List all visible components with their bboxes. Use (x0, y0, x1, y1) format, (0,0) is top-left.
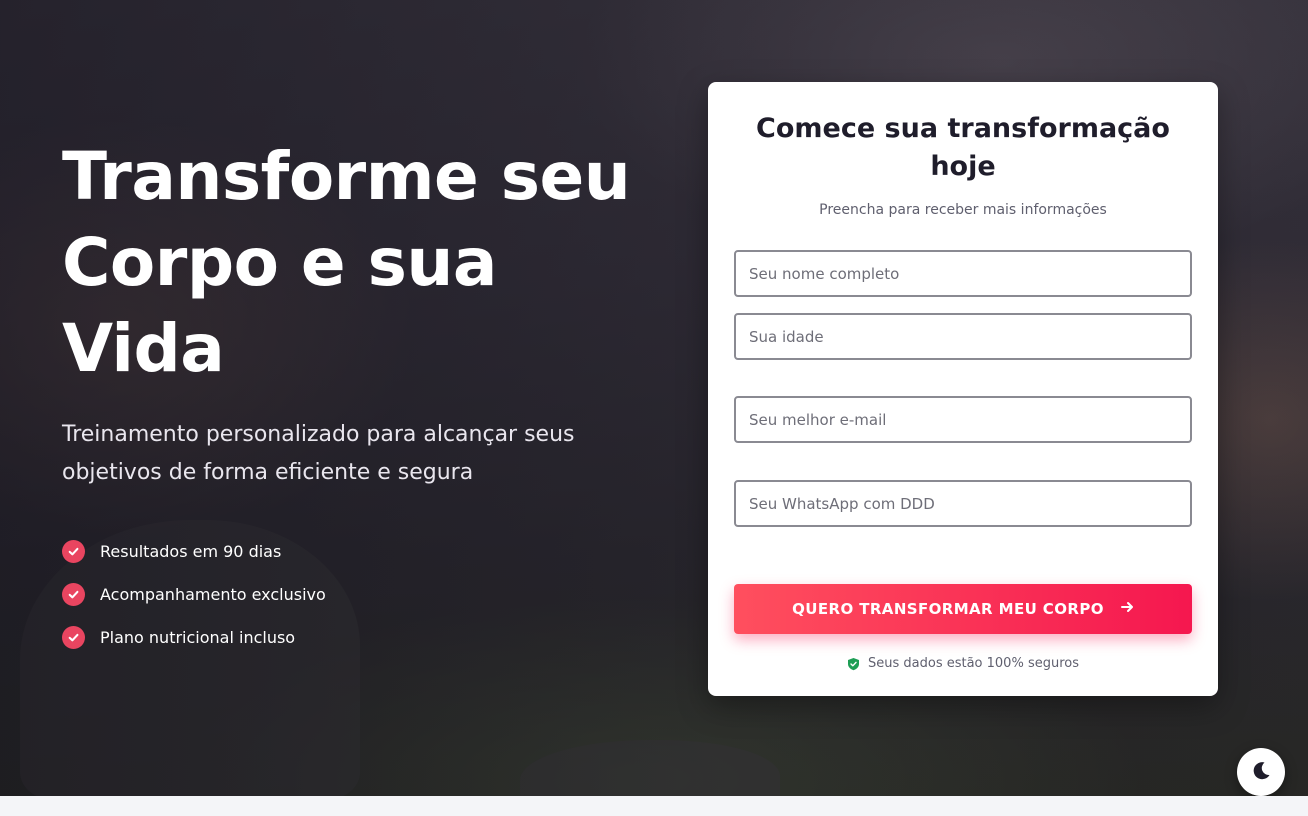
lead-form: Comece sua transformação hoje Preencha p… (708, 82, 1218, 696)
feature-item: Acompanhamento exclusivo (62, 573, 662, 616)
feature-item: Plano nutricional incluso (62, 616, 662, 659)
form-title: Comece sua transformação hoje (756, 113, 1170, 182)
form-subtitle: Preencha para receber mais informações (819, 202, 1107, 218)
hero-subtitle: Treinamento personalizado para alcançar … (62, 422, 575, 485)
age-input[interactable] (734, 313, 1192, 360)
hero-title: Transforme seu Corpo e sua Vida (62, 138, 631, 387)
hero-section: Transforme seu Corpo e sua Vida Treiname… (0, 0, 1308, 796)
moon-icon (1250, 760, 1272, 785)
feature-list: Resultados em 90 dias Acompanhamento exc… (62, 530, 662, 659)
arrow-right-icon (1120, 599, 1134, 619)
secure-text: Seus dados estão 100% seguros (868, 656, 1079, 671)
check-circle-icon (62, 540, 85, 563)
feature-item: Resultados em 90 dias (62, 530, 662, 573)
feature-label: Resultados em 90 dias (100, 542, 282, 561)
check-circle-icon (62, 583, 85, 606)
email-input[interactable] (734, 396, 1192, 443)
name-input[interactable] (734, 250, 1192, 297)
secure-note: Seus dados estão 100% seguros (708, 656, 1218, 671)
hero-content: Transforme seu Corpo e sua Vida Treiname… (62, 134, 662, 659)
feature-label: Acompanhamento exclusivo (100, 585, 326, 604)
feature-label: Plano nutricional incluso (100, 628, 296, 647)
submit-button[interactable]: QUERO TRANSFORMAR MEU CORPO (734, 584, 1192, 634)
submit-label: QUERO TRANSFORMAR MEU CORPO (792, 600, 1104, 618)
whatsapp-input[interactable] (734, 480, 1192, 527)
check-circle-icon (62, 626, 85, 649)
page-bottom-strip (0, 796, 1308, 816)
theme-toggle-button[interactable] (1237, 748, 1285, 796)
shield-icon (847, 657, 860, 671)
